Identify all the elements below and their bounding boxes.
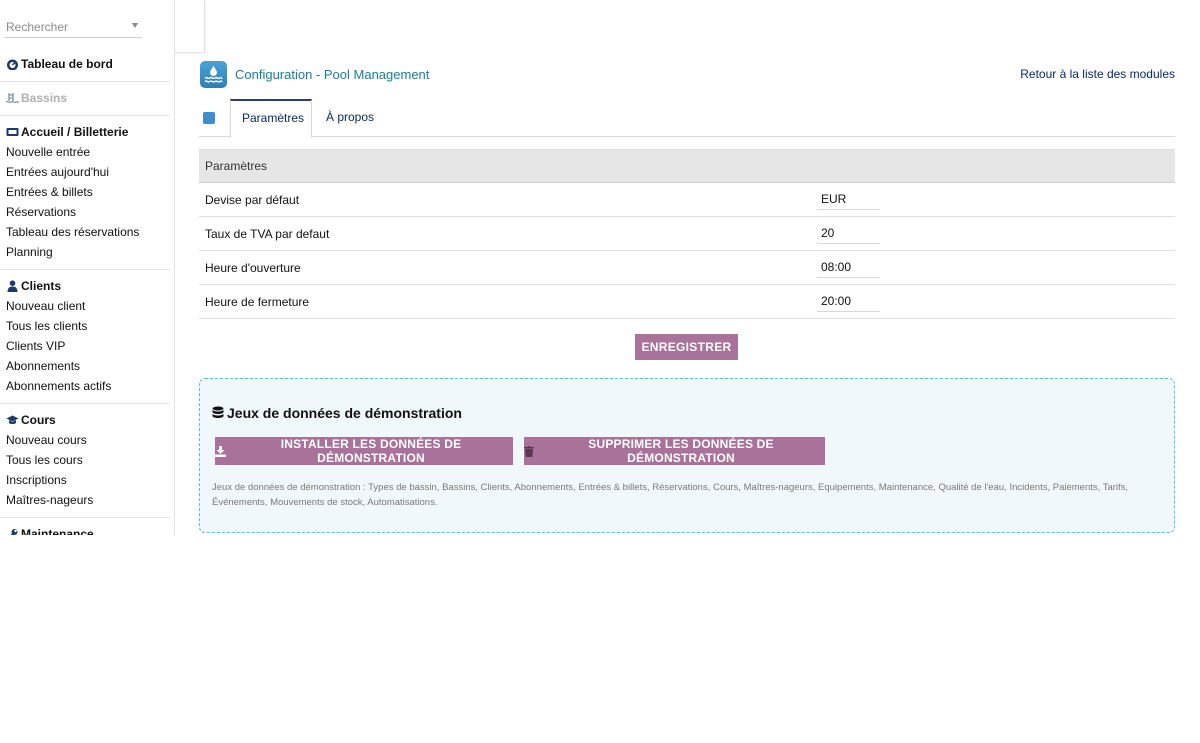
menu-item-nouvelle-entree[interactable]: Nouvelle entrée	[0, 142, 170, 162]
sidebar: Tableau de bord Bassins Accueil / Billet…	[0, 0, 175, 535]
menu-item-nouveau-cours[interactable]: Nouveau cours	[0, 430, 170, 450]
menu-item-tableau-reservations[interactable]: Tableau des réservations	[0, 222, 170, 242]
menu-title-label: Clients	[21, 279, 62, 293]
setting-label: Heure d'ouverture	[199, 250, 817, 285]
page-header: Configuration - Pool Management Retour à…	[200, 60, 1175, 90]
menu-item-planning[interactable]: Planning	[0, 242, 170, 262]
setting-value-cell	[817, 182, 1175, 217]
menu-title-accueil[interactable]: Accueil / Billetterie	[0, 124, 170, 140]
menu-item-entrees-billets[interactable]: Entrées & billets	[0, 182, 170, 202]
vat-rate-field[interactable]	[817, 223, 880, 244]
demo-description: Jeux de données de démonstration : Types…	[212, 482, 1129, 508]
tab-bar: Paramètres À propos	[199, 99, 1175, 138]
ticket-icon	[6, 126, 19, 138]
menu-section-maintenance: Maintenance	[0, 526, 170, 535]
divider	[0, 403, 170, 404]
menu-section-accueil: Accueil / Billetterie Nouvelle entrée En…	[0, 124, 170, 262]
setting-label: Taux de TVA par defaut	[199, 216, 817, 251]
table-header-row: Paramètres	[199, 149, 1175, 183]
chevron-down-icon[interactable]	[132, 23, 138, 28]
wrench-icon	[6, 528, 19, 535]
divider	[0, 81, 170, 82]
menu-title-label: Cours	[21, 413, 56, 427]
back-to-modules-link[interactable]: Retour à la liste des modules	[1020, 67, 1175, 81]
demo-data-panel: Jeux de données de démonstration INSTALL…	[199, 378, 1175, 533]
menu-title-label: Accueil / Billetterie	[21, 125, 129, 139]
setting-label: Heure de fermeture	[199, 284, 817, 319]
delete-demo-data-label: SUPPRIMER LES DONNÉES DE DÉMONSTRATION	[588, 437, 774, 465]
menu-item-abonnements[interactable]: Abonnements	[0, 356, 170, 376]
setting-value-cell	[817, 250, 1175, 285]
menu-item-tous-les-cours[interactable]: Tous les cours	[0, 450, 170, 470]
menu-section-clients: Clients Nouveau client Tous les clients …	[0, 278, 170, 396]
settings-table: Paramètres Devise par défaut Taux de TVA…	[199, 149, 1175, 319]
search-select[interactable]	[4, 18, 142, 38]
menu-item-maitres-nageurs[interactable]: Maîtres-nageurs	[0, 490, 170, 510]
menu-title-bassins: Bassins	[0, 90, 170, 106]
delete-demo-data-button[interactable]: SUPPRIMER LES DONNÉES DE DÉMONSTRATION	[524, 437, 825, 465]
graduation-cap-icon	[6, 414, 19, 426]
menu-item-clients-vip[interactable]: Clients VIP	[0, 336, 170, 356]
menu-section-cours: Cours Nouveau cours Tous les cours Inscr…	[0, 412, 170, 510]
table-row: Heure d'ouverture	[199, 250, 1175, 285]
dashboard-icon	[6, 58, 19, 70]
menu-item-entrees-aujourdhui[interactable]: Entrées aujourd'hui	[0, 162, 170, 182]
divider	[0, 517, 170, 518]
menu-item-tous-les-clients[interactable]: Tous les clients	[0, 316, 170, 336]
install-demo-data-label: INSTALLER LES DONNÉES DE DÉMONSTRATION	[280, 437, 462, 465]
menu-item-inscriptions[interactable]: Inscriptions	[0, 470, 170, 490]
menu-title-clients[interactable]: Clients	[0, 278, 170, 294]
user-icon	[6, 280, 19, 292]
setting-value-cell	[817, 216, 1175, 251]
save-button[interactable]: ENREGISTRER	[635, 334, 738, 360]
table-row: Heure de fermeture	[199, 284, 1175, 319]
tab-parametres[interactable]: Paramètres	[230, 99, 312, 138]
page-title: Configuration - Pool Management	[235, 67, 430, 82]
menu-title-label: Bassins	[21, 91, 68, 105]
menu-item-reservations[interactable]: Réservations	[0, 202, 170, 222]
pool-module-logo-icon	[200, 61, 227, 88]
trash-icon	[524, 445, 534, 457]
menu-section-bassins: Bassins	[0, 90, 170, 106]
demo-title-label: Jeux de données de démonstration	[227, 405, 462, 421]
demo-title: Jeux de données de démonstration	[212, 405, 462, 421]
divider	[0, 115, 170, 116]
table-header: Paramètres	[199, 149, 1175, 183]
menu-title-label: Tableau de bord	[21, 57, 113, 71]
menu-section-dashboard: Tableau de bord	[0, 56, 170, 72]
menu-title-label: Maintenance	[21, 527, 94, 535]
pool-icon	[6, 92, 19, 104]
menu-title-maintenance[interactable]: Maintenance	[0, 526, 170, 535]
pool-tab-icon	[203, 112, 215, 124]
closing-time-field[interactable]	[817, 291, 880, 312]
setting-value-cell	[817, 284, 1175, 319]
menu-item-abonnements-actifs[interactable]: Abonnements actifs	[0, 376, 170, 396]
install-demo-data-button[interactable]: INSTALLER LES DONNÉES DE DÉMONSTRATION	[215, 437, 513, 465]
setting-label: Devise par défaut	[199, 182, 817, 217]
table-row: Devise par défaut	[199, 182, 1175, 217]
menu-title-cours[interactable]: Cours	[0, 412, 170, 428]
menu-item-nouveau-client[interactable]: Nouveau client	[0, 296, 170, 316]
opening-time-field[interactable]	[817, 257, 880, 278]
download-icon	[215, 445, 226, 457]
divider	[0, 269, 170, 270]
tab-a-propos[interactable]: À propos	[315, 99, 385, 137]
menu-title-dashboard[interactable]: Tableau de bord	[0, 56, 170, 72]
table-row: Taux de TVA par defaut	[199, 216, 1175, 251]
database-icon	[212, 406, 224, 420]
search-input[interactable]	[4, 18, 124, 36]
sidebar-toggle[interactable]	[175, 0, 205, 53]
currency-field[interactable]	[817, 189, 880, 210]
